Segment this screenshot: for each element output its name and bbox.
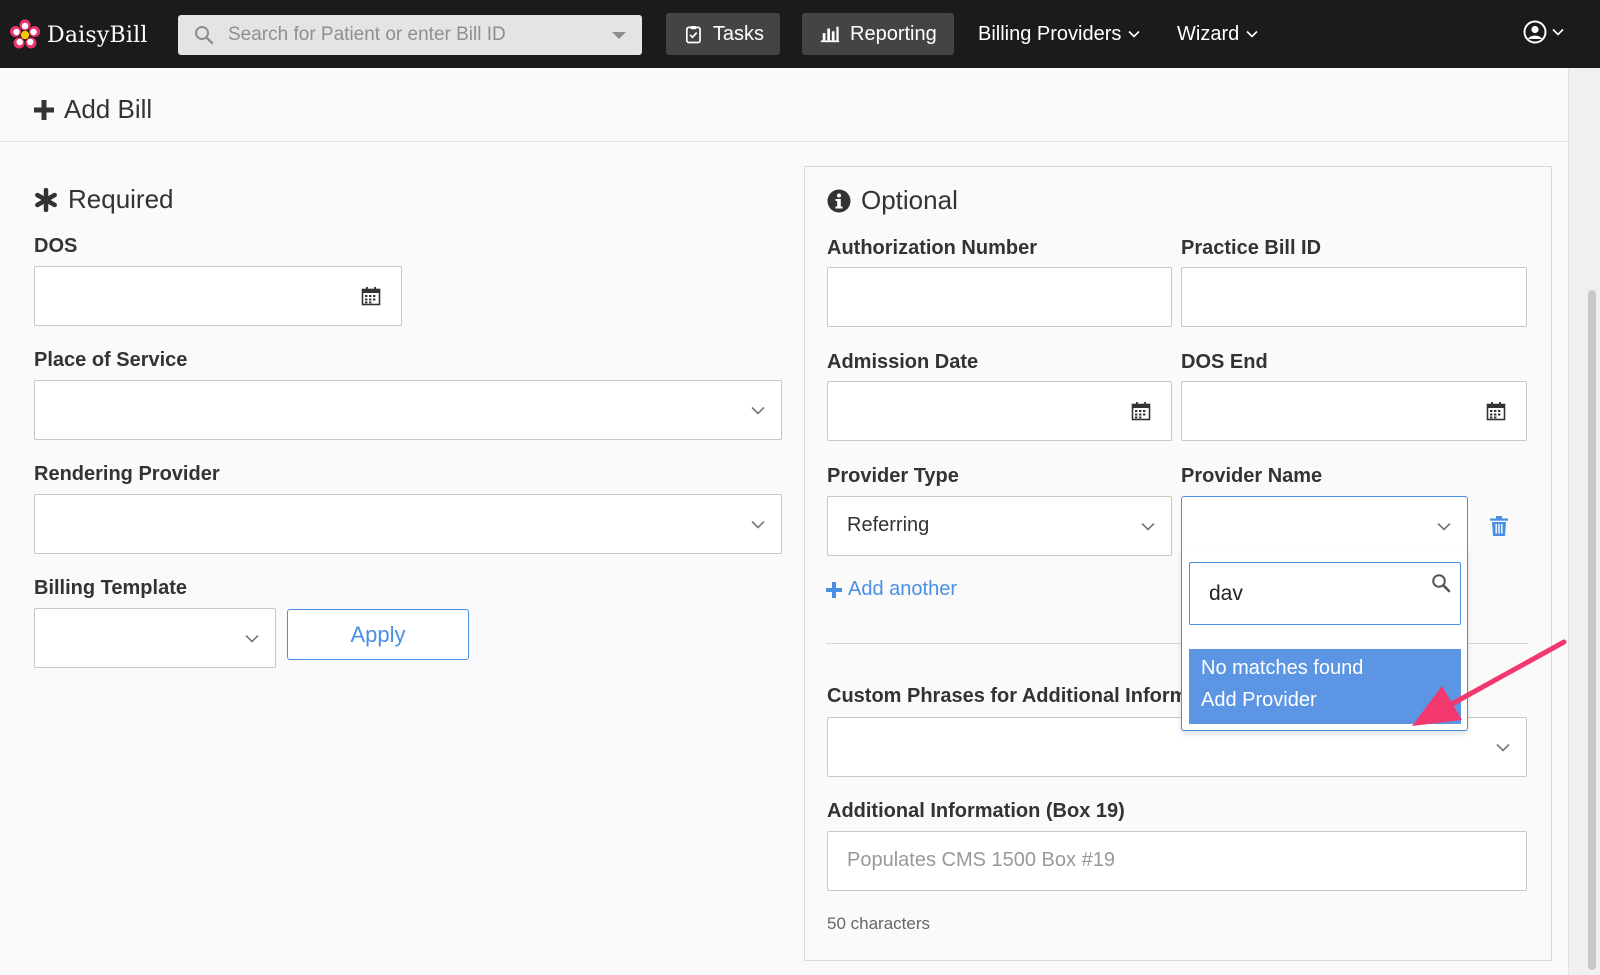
authorization-number-label: Authorization Number — [827, 237, 1037, 259]
practice-bill-id-input[interactable] — [1181, 267, 1527, 327]
chevron-down-icon — [751, 406, 765, 415]
place-of-service-label: Place of Service — [34, 349, 188, 371]
required-section-title: Required — [34, 184, 174, 215]
chevron-down-icon — [1141, 522, 1155, 531]
character-count: 50 characters — [827, 914, 930, 933]
chevron-down-icon — [1246, 30, 1258, 38]
user-menu[interactable] — [1523, 20, 1564, 44]
chevron-down-icon — [1552, 28, 1564, 36]
reporting-button[interactable]: Reporting — [802, 13, 954, 55]
tasks-label: Tasks — [712, 22, 764, 45]
info-circle-icon — [827, 189, 851, 212]
dos-field[interactable] — [34, 266, 402, 326]
dos-end-field[interactable] — [1181, 381, 1527, 441]
apply-button[interactable]: Apply — [287, 609, 469, 660]
patient-search[interactable]: Search for Patient or enter Bill ID — [178, 15, 642, 55]
provider-type-value: Referring — [847, 514, 930, 536]
bar-chart-icon — [820, 26, 840, 43]
billing-providers-label: Billing Providers — [978, 22, 1122, 45]
provider-type-select[interactable]: Referring — [827, 496, 1172, 556]
clipboard-check-icon — [685, 25, 701, 44]
billing-template-select[interactable] — [34, 608, 276, 668]
reporting-label: Reporting — [850, 22, 937, 45]
add-another-link[interactable]: Add another — [826, 578, 957, 601]
tasks-button[interactable]: Tasks — [666, 13, 780, 55]
additional-info-placeholder: Populates CMS 1500 Box #19 — [847, 849, 1115, 871]
search-input[interactable]: Search for Patient or enter Bill ID — [228, 24, 612, 46]
dos-end-label: DOS End — [1181, 351, 1268, 373]
additional-info-input[interactable]: Populates CMS 1500 Box #19 — [827, 831, 1527, 891]
place-of-service-select[interactable] — [34, 380, 782, 440]
calendar-icon[interactable] — [361, 286, 381, 306]
wizard-menu[interactable]: Wizard — [1177, 13, 1258, 55]
additional-info-label: Additional Information (Box 19) — [827, 800, 1125, 822]
page-title-text: Add Bill — [64, 94, 153, 124]
chevron-down-icon — [1437, 522, 1451, 531]
caret-down-icon[interactable] — [612, 31, 626, 39]
top-navbar: DaisyBill Search for Patient or enter Bi… — [0, 0, 1600, 68]
chevron-down-icon — [751, 520, 765, 529]
search-icon — [195, 26, 214, 45]
dos-label: DOS — [34, 235, 78, 257]
authorization-number-input[interactable] — [827, 267, 1172, 327]
page-title: Add Bill — [34, 94, 152, 125]
required-title-text: Required — [68, 184, 174, 214]
custom-phrases-label: Custom Phrases for Additional Inform — [827, 685, 1188, 707]
chevron-down-icon — [245, 634, 259, 643]
asterisk-icon — [35, 187, 57, 212]
logo-text: DaisyBill — [47, 22, 148, 48]
plus-icon — [826, 581, 842, 598]
provider-name-label: Provider Name — [1181, 465, 1323, 487]
chevron-down-icon — [1128, 30, 1140, 38]
chevron-down-icon — [1496, 743, 1510, 752]
provider-name-select[interactable] — [1181, 496, 1468, 556]
search-icon — [1432, 574, 1451, 593]
daisy-flower-icon — [10, 19, 40, 49]
rendering-provider-label: Rendering Provider — [34, 463, 220, 485]
provider-search-input[interactable]: dav — [1189, 562, 1461, 625]
wizard-label: Wizard — [1177, 22, 1240, 45]
plus-icon — [34, 99, 54, 120]
add-provider-option[interactable]: Add Provider — [1201, 689, 1317, 712]
logo[interactable]: DaisyBill — [9, 18, 148, 52]
calendar-icon[interactable] — [1486, 401, 1506, 421]
provider-type-label: Provider Type — [827, 465, 959, 487]
optional-section-title: Optional — [827, 185, 958, 216]
rendering-provider-select[interactable] — [34, 494, 782, 554]
annotation-arrow-icon — [1412, 639, 1567, 726]
admission-date-label: Admission Date — [827, 351, 979, 373]
billing-template-label: Billing Template — [34, 577, 187, 599]
billing-providers-menu[interactable]: Billing Providers — [978, 13, 1140, 55]
page-header: Add Bill — [0, 68, 1568, 142]
scrollbar-thumb[interactable] — [1588, 290, 1596, 970]
practice-bill-id-label: Practice Bill ID — [1181, 237, 1322, 259]
calendar-icon[interactable] — [1131, 401, 1151, 421]
provider-search-value: dav — [1209, 582, 1243, 605]
trash-icon[interactable] — [1490, 516, 1508, 536]
user-circle-icon — [1523, 20, 1547, 44]
optional-title-text: Optional — [861, 185, 958, 215]
add-another-label: Add another — [848, 578, 957, 600]
no-matches-text: No matches found — [1201, 657, 1364, 679]
admission-date-field[interactable] — [827, 381, 1172, 441]
